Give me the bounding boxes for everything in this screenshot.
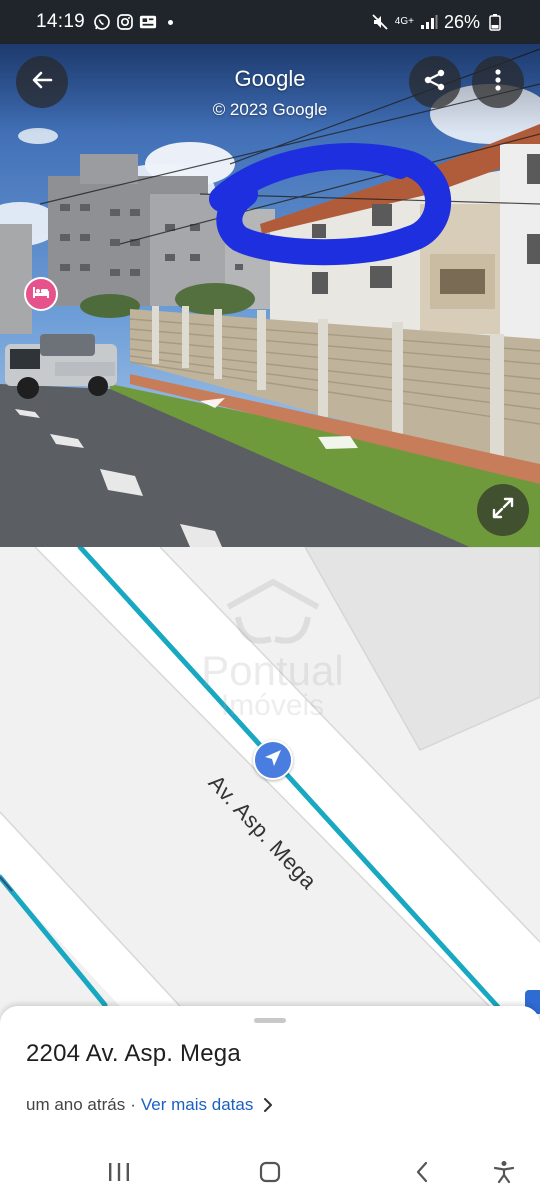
battery-icon	[486, 13, 504, 31]
bottom-sheet: 2204 Av. Asp. Mega um ano atrás · Ver ma…	[0, 1006, 540, 1200]
status-right: 4G+ 26%	[371, 12, 504, 33]
back-icon	[414, 1161, 430, 1188]
system-back-button[interactable]	[402, 1156, 442, 1192]
capture-time-ago: um ano atrás	[26, 1095, 126, 1114]
street-view-copyright: © 2023 Google	[212, 100, 328, 119]
more-options-button[interactable]	[472, 56, 524, 108]
more-notifications-dot	[168, 19, 174, 25]
recent-apps-icon	[107, 1161, 131, 1188]
chevron-right-icon[interactable]	[263, 1098, 273, 1112]
street-view-panorama[interactable]: Google © 2023 Google	[0, 44, 540, 547]
share-icon	[422, 67, 448, 98]
more-dates-link[interactable]: Ver mais datas	[141, 1095, 253, 1115]
instagram-icon	[116, 13, 134, 31]
whatsapp-icon	[93, 13, 111, 31]
signal-icon	[420, 13, 438, 31]
mute-icon	[371, 13, 389, 31]
hotel-icon	[32, 285, 50, 304]
navigation-arrow-icon	[262, 747, 284, 774]
accessibility-button[interactable]	[484, 1156, 524, 1192]
home-button[interactable]	[250, 1156, 290, 1192]
status-time: 14:19	[36, 11, 86, 32]
recent-apps-button[interactable]	[99, 1156, 139, 1192]
system-nav-bar	[0, 1148, 540, 1200]
app-notification-icon	[139, 13, 157, 31]
separator: ·	[130, 1095, 136, 1114]
share-button[interactable]	[409, 56, 461, 108]
notification-icons	[93, 13, 174, 31]
network-type: 4G+	[394, 16, 414, 27]
battery-percent: 26%	[443, 11, 480, 32]
hotel-pin[interactable]	[24, 277, 58, 311]
map[interactable]: Pontual Imóveis	[0, 547, 540, 1017]
expand-button[interactable]	[477, 484, 529, 536]
capture-date-row: um ano atrás · Ver mais datas	[26, 1095, 273, 1115]
sheet-drag-handle[interactable]	[254, 1018, 286, 1023]
watermark-line1: Pontual	[201, 647, 344, 694]
accessibility-icon	[493, 1160, 515, 1189]
expand-icon	[490, 495, 516, 526]
address-title: 2204 Av. Asp. Mega	[26, 1040, 241, 1067]
watermark: Pontual Imóveis	[185, 577, 360, 723]
screen: 14:19 4G+ 26% Google © 2023 Google Pontu…	[0, 0, 540, 1200]
home-icon	[259, 1161, 281, 1188]
more-vert-icon	[494, 68, 502, 97]
status-bar: 14:19 4G+ 26%	[0, 0, 540, 44]
location-marker[interactable]	[253, 740, 293, 780]
